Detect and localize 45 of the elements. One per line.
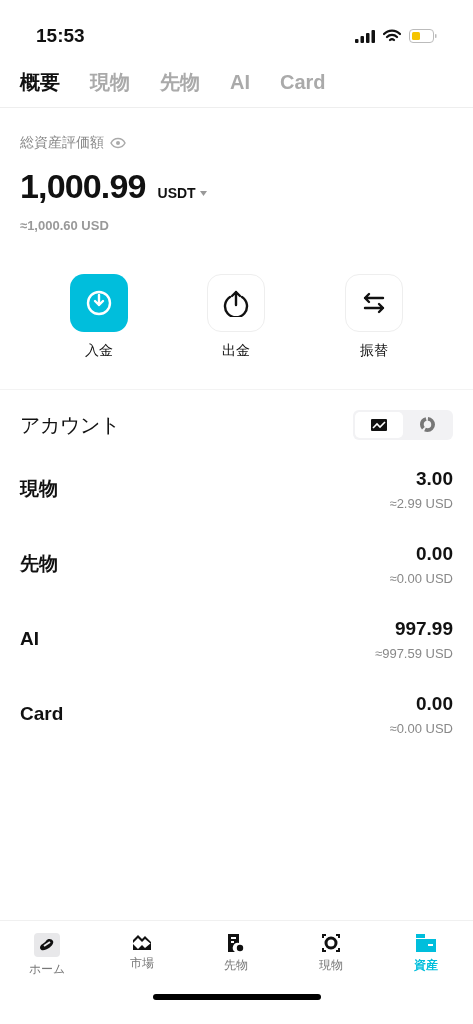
- logo-icon: [34, 933, 61, 957]
- wifi-icon: [383, 29, 401, 43]
- balance-approx: ≈1,000.60 USD: [20, 217, 109, 235]
- balance-label: 総資産評価額: [20, 133, 104, 152]
- account-amount: 0.00: [416, 692, 453, 716]
- account-name: 現物: [20, 476, 58, 501]
- account-name: 先物: [20, 551, 58, 576]
- currency-selector[interactable]: USDT: [157, 183, 207, 204]
- nav-item[interactable]: 現物: [283, 933, 379, 990]
- account-row[interactable]: 現物 3.00 ≈2.99 USD: [0, 451, 473, 527]
- account-row[interactable]: 先物 0.00 ≈0.00 USD: [0, 526, 473, 602]
- account-approx: ≈0.00 USD: [389, 719, 453, 738]
- account-row[interactable]: AI 997.99 ≈997.59 USD: [0, 601, 473, 677]
- signal-icon: [355, 29, 375, 43]
- nav-item[interactable]: 先物: [189, 933, 284, 990]
- account-amount: 997.99: [394, 617, 453, 641]
- coin-scan-icon: [321, 933, 342, 953]
- pie-chart-icon: [419, 417, 435, 432]
- download-icon: [84, 288, 113, 317]
- balance-amount: 1,000.99: [20, 166, 146, 207]
- account-name: Card: [20, 701, 64, 726]
- status-time: 15:53: [36, 23, 85, 48]
- action-label: 入金: [84, 340, 113, 360]
- account-row[interactable]: Card 0.00 ≈0.00 USD: [0, 676, 473, 752]
- upload-icon: [222, 288, 251, 317]
- nav-item[interactable]: 市場: [94, 933, 190, 990]
- account-approx: ≈997.59 USD: [375, 644, 453, 663]
- view-toggle-option[interactable]: [355, 411, 403, 438]
- battery-icon: [409, 29, 437, 43]
- nav-item[interactable]: ホーム: [0, 933, 95, 990]
- action-label: 振替: [360, 340, 389, 360]
- caret-icon: [199, 191, 207, 196]
- action-button[interactable]: [207, 273, 266, 332]
- account-amount: 0.00: [416, 542, 453, 566]
- account-approx: ≈2.99 USD: [389, 494, 453, 513]
- account-approx: ≈0.00 USD: [389, 569, 453, 588]
- wallet-icon: [414, 933, 437, 953]
- line-chart-icon: [371, 418, 387, 431]
- action-button[interactable]: [345, 273, 404, 332]
- action-label: 出金: [222, 340, 251, 360]
- account-name: AI: [20, 626, 39, 651]
- account-amount: 3.00: [416, 467, 453, 491]
- mountain-chart-icon: [131, 933, 152, 951]
- section-title: アカウント: [20, 412, 120, 438]
- tab[interactable]: 概要: [20, 66, 60, 97]
